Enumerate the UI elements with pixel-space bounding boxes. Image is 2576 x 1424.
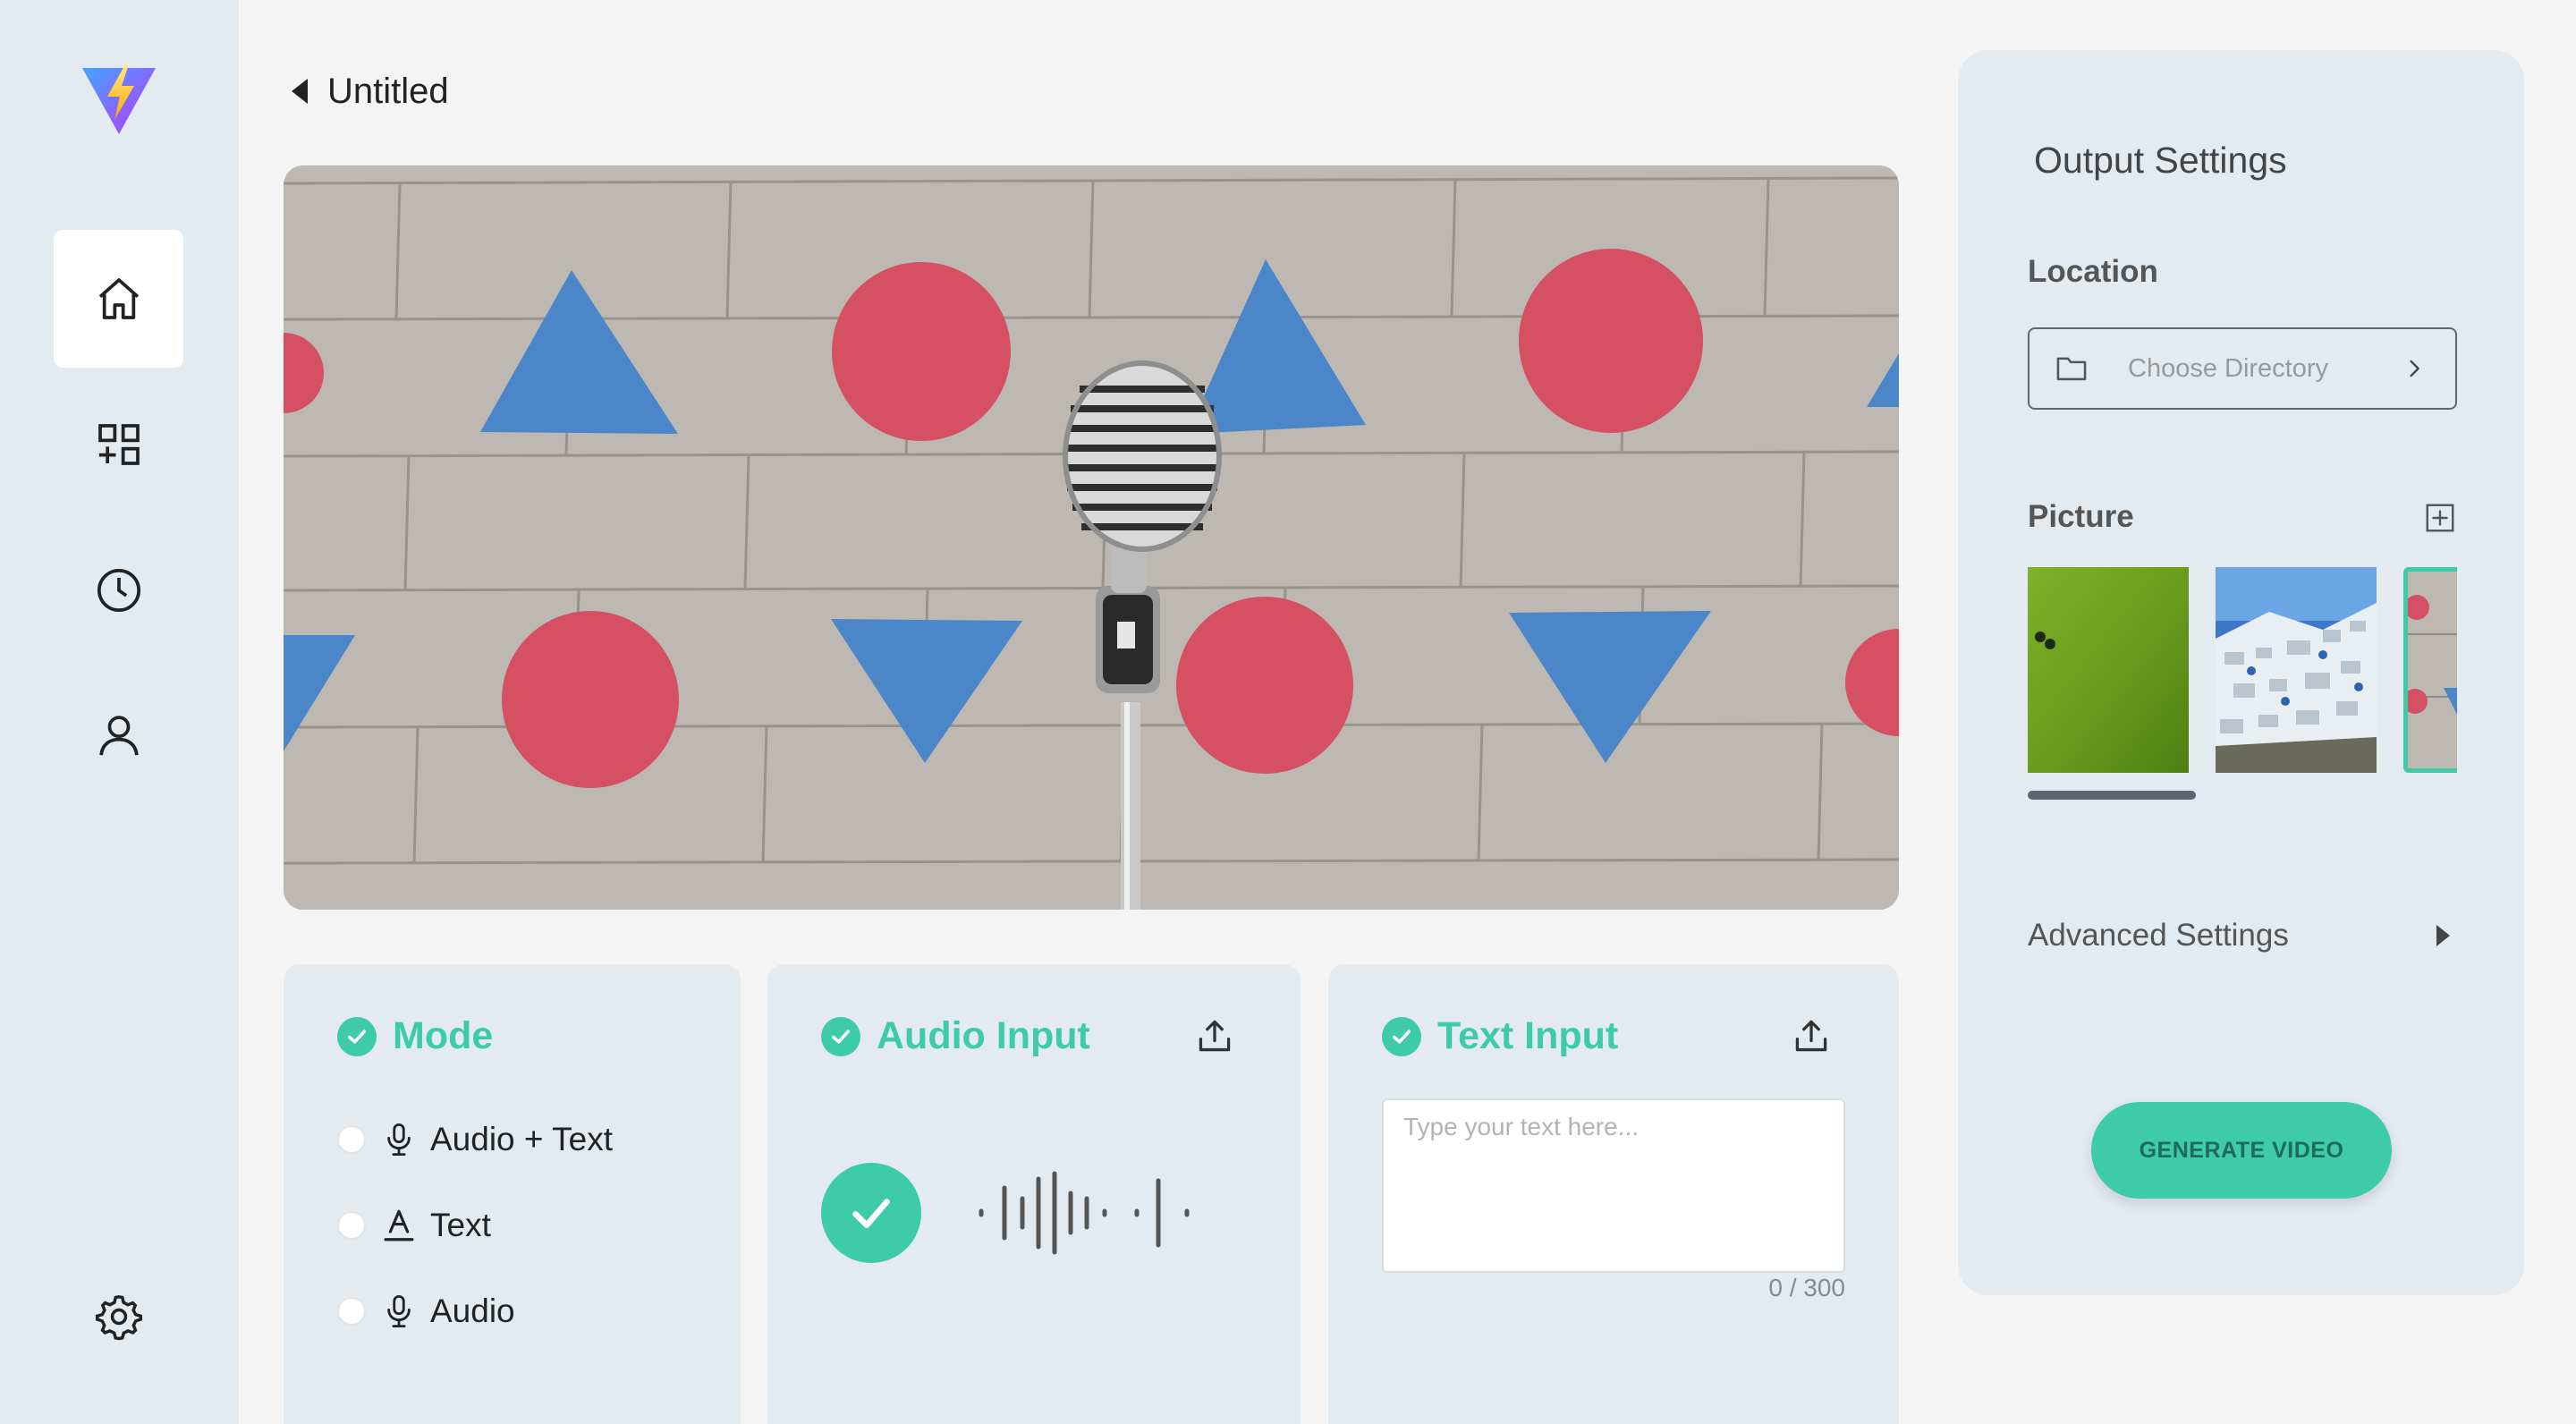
picture-thumbnail-grass[interactable] xyxy=(2028,567,2189,773)
upload-icon[interactable] xyxy=(1792,1016,1831,1055)
microphone-icon xyxy=(387,1294,411,1328)
mode-option-audio-text[interactable]: Audio + Text xyxy=(337,1113,613,1166)
char-counter: 0 / 300 xyxy=(1768,1274,1845,1301)
user-icon xyxy=(98,716,139,756)
picture-thumbnail-selected[interactable] xyxy=(2403,567,2457,773)
sidebar xyxy=(0,0,239,1424)
home-icon xyxy=(98,278,139,319)
upload-icon[interactable] xyxy=(1195,1016,1234,1055)
picture-thumbnail-village[interactable] xyxy=(2216,567,2377,773)
mode-panel: Mode Audio + Text Text Audio xyxy=(284,964,741,1424)
mode-option-label: Audio xyxy=(430,1293,515,1329)
gear-icon xyxy=(95,1295,142,1341)
grid-plus-icon xyxy=(97,424,140,465)
waveform-icon xyxy=(979,1171,1190,1255)
folder-icon xyxy=(2056,357,2087,381)
sidebar-item-profile[interactable] xyxy=(54,666,183,804)
output-settings-panel: Output Settings Location Choose Director… xyxy=(1958,50,2524,1295)
audio-input-panel: Audio Input xyxy=(767,964,1301,1424)
mode-option-audio[interactable]: Audio xyxy=(337,1284,515,1338)
choose-directory-button[interactable]: Choose Directory xyxy=(2028,327,2457,410)
audio-input-title: Audio Input xyxy=(877,1014,1090,1057)
check-circle-icon xyxy=(337,1016,377,1056)
text-input-title: Text Input xyxy=(1437,1014,1619,1057)
text-input-header: Text Input xyxy=(1382,1014,1618,1058)
text-input-field[interactable] xyxy=(1382,1098,1845,1273)
back-arrow-icon xyxy=(292,79,308,104)
mode-option-label: Audio + Text xyxy=(430,1121,613,1157)
mode-header: Mode xyxy=(337,1014,493,1058)
picture-scrollbar[interactable] xyxy=(2028,791,2196,800)
radio-text[interactable] xyxy=(337,1211,366,1240)
microphone-wall-image xyxy=(284,165,1899,910)
mode-option-label: Text xyxy=(430,1207,491,1243)
generate-video-button[interactable]: GENERATE VIDEO xyxy=(2091,1102,2392,1199)
audio-uploaded-check-icon xyxy=(821,1163,921,1263)
microphone-icon xyxy=(387,1123,411,1157)
back-button[interactable]: Untitled xyxy=(292,66,449,116)
mode-option-text[interactable]: Text xyxy=(337,1199,491,1252)
radio-audio-text[interactable] xyxy=(337,1125,366,1154)
text-input-panel: Text Input 0 / 300 xyxy=(1328,964,1899,1424)
check-circle-icon xyxy=(1382,1016,1421,1056)
chevron-right-icon xyxy=(2410,360,2419,377)
text-a-icon xyxy=(384,1209,414,1242)
clock-icon xyxy=(97,568,140,613)
mode-title: Mode xyxy=(393,1014,494,1057)
preview-image xyxy=(284,165,1899,910)
sidebar-item-dashboard[interactable] xyxy=(54,376,183,513)
output-settings-title: Output Settings xyxy=(2034,140,2287,181)
advanced-settings-label: Advanced Settings xyxy=(2028,918,2289,953)
logo[interactable] xyxy=(80,61,157,138)
picture-label: Picture xyxy=(2028,499,2134,534)
directory-placeholder: Choose Directory xyxy=(2128,353,2329,383)
caret-right-icon xyxy=(2436,925,2450,946)
radio-audio[interactable] xyxy=(337,1297,366,1326)
audio-input-header: Audio Input xyxy=(821,1014,1090,1058)
sidebar-item-history[interactable] xyxy=(54,521,183,659)
check-circle-icon xyxy=(821,1016,860,1056)
page-title: Untitled xyxy=(327,71,449,111)
sidebar-item-home[interactable] xyxy=(54,230,183,368)
advanced-settings-toggle[interactable]: Advanced Settings xyxy=(2028,918,2457,954)
add-picture-icon[interactable] xyxy=(2424,502,2456,534)
sidebar-item-settings[interactable] xyxy=(54,1248,183,1386)
location-label: Location xyxy=(2028,254,2158,289)
